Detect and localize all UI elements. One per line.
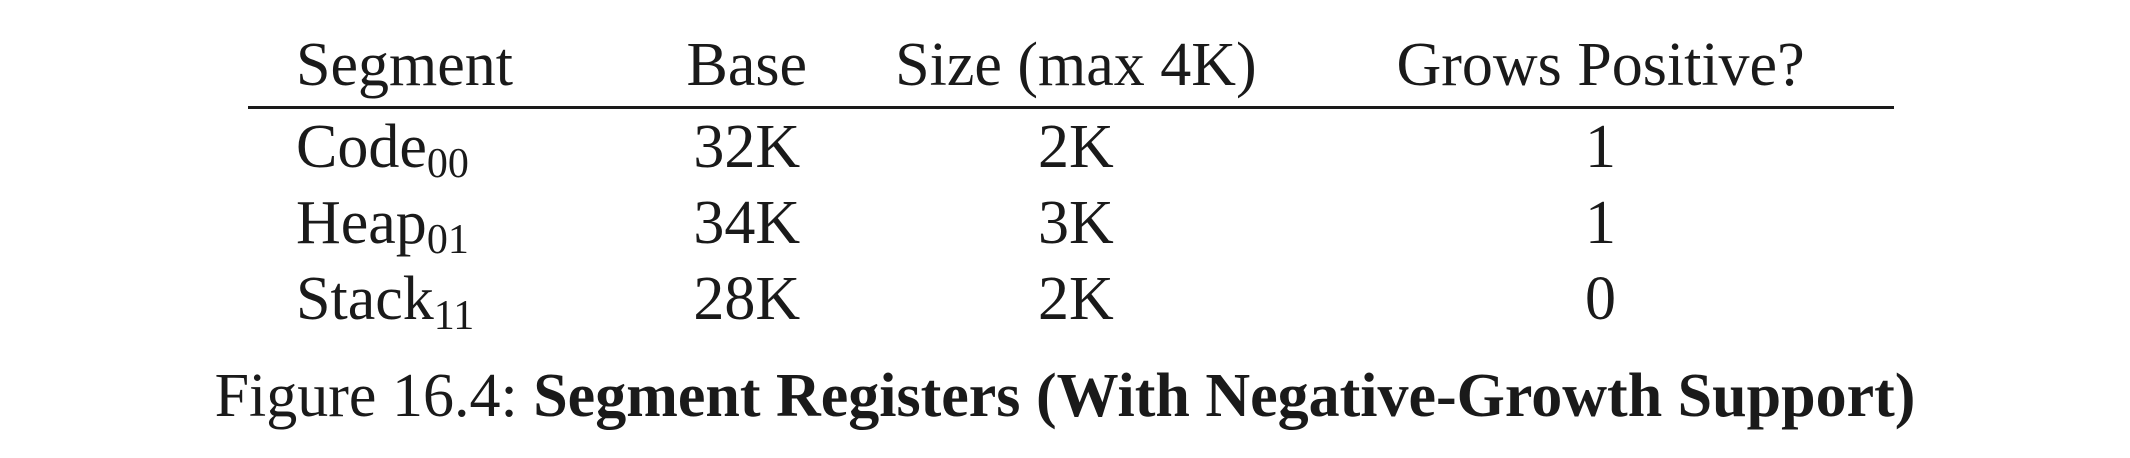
segment-registers-table: Segment Base Size (max 4K) Grows Positiv… [248, 24, 1894, 337]
table-row: Code00 32K 2K 1 [248, 108, 1894, 187]
size-cell: 2K [1038, 265, 1114, 333]
table-row: Stack11 28K 2K 0 [248, 261, 1894, 337]
size-cell: 2K [1038, 113, 1114, 181]
size-cell: 3K [1038, 189, 1114, 257]
segment-name: Heap [296, 189, 427, 257]
segment-bits: 11 [433, 293, 475, 339]
header-size: Size (max 4K) [844, 24, 1308, 109]
figure-caption: Figure 16.4: Segment Registers (With Neg… [0, 365, 2130, 427]
segment-cell: Stack11 [248, 261, 649, 337]
grows-positive-cell: 0 [1585, 265, 1617, 333]
header-segment: Segment [248, 24, 649, 109]
segment-bits: 00 [426, 141, 469, 187]
segment-cell: Code00 [248, 108, 649, 187]
base-cell: 34K [693, 189, 801, 257]
base-cell: 28K [693, 265, 801, 333]
segment-name: Code [296, 113, 427, 181]
figure-label: Figure 16.4: [214, 362, 518, 430]
table-header: Segment Base Size (max 4K) Grows Positiv… [248, 24, 1894, 109]
figure-title: Segment Registers (With Negative-Growth … [533, 362, 1916, 430]
segment-name: Stack [296, 265, 434, 333]
grows-positive-cell: 1 [1585, 189, 1617, 257]
segment-cell: Heap01 [248, 185, 649, 261]
segment-registers-table-container: Segment Base Size (max 4K) Grows Positiv… [248, 24, 1894, 337]
table-row: Heap01 34K 3K 1 [248, 185, 1894, 261]
table-body: Code00 32K 2K 1 Heap01 34K 3K 1 Stack11 … [248, 108, 1894, 337]
segment-bits: 01 [426, 217, 469, 263]
grows-positive-cell: 1 [1585, 113, 1617, 181]
base-cell: 32K [693, 113, 801, 181]
header-row: Segment Base Size (max 4K) Grows Positiv… [248, 24, 1894, 109]
header-base: Base [648, 24, 845, 109]
header-grows-positive: Grows Positive? [1307, 24, 1894, 109]
